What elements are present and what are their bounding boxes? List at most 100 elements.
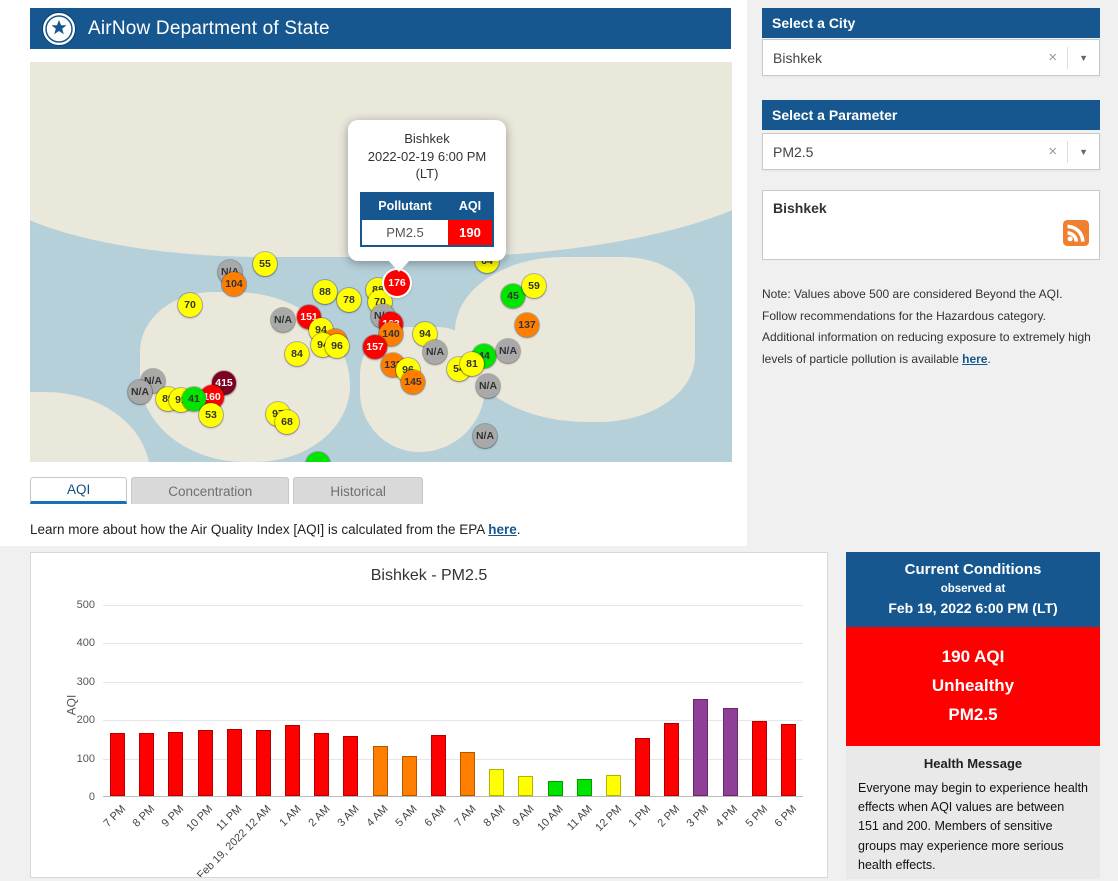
map-marker[interactable]: 70: [178, 293, 202, 317]
x-tick-label: 10 PM: [185, 803, 216, 834]
y-tick-label: 400: [55, 637, 95, 649]
chart-bar[interactable]: [256, 730, 271, 796]
chart-bar[interactable]: [198, 730, 213, 796]
x-tick-label: 12 PM: [593, 803, 624, 834]
aqi-map[interactable]: 55N/A1047088788870176644559137N/A1519413…: [30, 62, 732, 462]
map-marker[interactable]: 137: [515, 313, 539, 337]
map-marker[interactable]: N/A: [423, 340, 447, 364]
popup-pollutant-value: PM2.5: [362, 218, 448, 245]
map-marker[interactable]: 88: [313, 280, 337, 304]
city-caret-icon[interactable]: ▼: [1068, 53, 1099, 63]
chart-bar[interactable]: [781, 724, 796, 796]
map-marker[interactable]: 59: [522, 274, 546, 298]
chart-gridline: [103, 605, 803, 606]
popup-city: Bishkek: [356, 130, 498, 148]
x-tick-label: 6 PM: [772, 803, 799, 830]
chart-bar[interactable]: [227, 729, 242, 796]
current-conditions-title: Current Conditions: [852, 561, 1094, 578]
app-header: AirNow Department of State: [30, 8, 731, 49]
chart-plot-area: 01002003004005007 PM8 PM9 PM10 PM11 PMFe…: [103, 605, 803, 797]
learn-more-prefix: Learn more about how the Air Quality Ind…: [30, 522, 488, 537]
chart-gridline: [103, 643, 803, 644]
map-marker[interactable]: 145: [401, 370, 425, 394]
health-message-title: Health Message: [858, 756, 1088, 771]
city-clear-icon[interactable]: ×: [1038, 49, 1067, 66]
map-marker[interactable]: 157: [363, 335, 387, 359]
chart-bar[interactable]: [577, 779, 592, 796]
note-prefix: Note: Values above 500 are considered Be…: [762, 287, 1091, 366]
tab-aqi[interactable]: AQI: [30, 477, 127, 504]
chart-bar[interactable]: [460, 752, 475, 796]
learn-more-suffix: .: [517, 522, 521, 537]
parameter-caret-icon[interactable]: ▼: [1068, 147, 1099, 157]
x-tick-label: 5 AM: [394, 803, 420, 829]
map-marker[interactable]: 53: [199, 403, 223, 427]
map-popup: Bishkek 2022-02-19 6:00 PM (LT) Pollutan…: [348, 120, 506, 261]
map-marker[interactable]: N/A: [496, 339, 520, 363]
popup-aqi-header: AQI: [448, 194, 492, 218]
chart-bar[interactable]: [752, 721, 767, 796]
map-marker[interactable]: 176: [384, 270, 410, 296]
popup-pointer: [388, 260, 410, 272]
parameter-select[interactable]: PM2.5 × ▼: [762, 133, 1100, 170]
chart-bar[interactable]: [110, 733, 125, 796]
chart-bar[interactable]: [518, 776, 533, 796]
y-tick-label: 100: [55, 753, 95, 765]
beyond-aqi-note: Note: Values above 500 are considered Be…: [762, 284, 1100, 370]
chart-bar[interactable]: [548, 781, 563, 796]
chart-bar[interactable]: [664, 723, 679, 796]
y-tick-label: 200: [55, 714, 95, 726]
aqi-value: 190 AQI: [852, 643, 1094, 672]
aqi-category: Unhealthy: [852, 672, 1094, 701]
chart-bar[interactable]: [489, 769, 504, 796]
chart-bar[interactable]: [285, 725, 300, 796]
x-tick-label: 1 PM: [626, 803, 653, 830]
chart-bar[interactable]: [431, 735, 446, 796]
x-tick-label: 10 AM: [535, 803, 566, 834]
aqi-status-banner: 190 AQI Unhealthy PM2.5: [846, 627, 1100, 746]
rss-icon[interactable]: [1063, 220, 1089, 251]
current-conditions-header: Current Conditions observed at Feb 19, 2…: [846, 552, 1100, 627]
map-marker[interactable]: 84: [285, 342, 309, 366]
map-marker[interactable]: N/A: [271, 308, 295, 332]
map-marker[interactable]: N/A: [476, 374, 500, 398]
chart-bar[interactable]: [314, 733, 329, 796]
parameter-clear-icon[interactable]: ×: [1038, 143, 1067, 160]
map-marker[interactable]: 81: [460, 352, 484, 376]
map-marker[interactable]: 55: [253, 252, 277, 276]
chart-bar[interactable]: [693, 699, 708, 796]
chart-bar[interactable]: [168, 732, 183, 797]
epa-link[interactable]: here: [488, 522, 517, 537]
city-select[interactable]: Bishkek × ▼: [762, 39, 1100, 76]
tab-concentration[interactable]: Concentration: [131, 477, 289, 504]
x-tick-label: 9 PM: [160, 803, 187, 830]
map-marker[interactable]: 104: [222, 272, 246, 296]
health-message-section: Health Message Everyone may begin to exp…: [846, 746, 1100, 881]
y-tick-label: 300: [55, 676, 95, 688]
x-tick-label: 11 AM: [565, 803, 595, 833]
map-marker[interactable]: 78: [337, 288, 361, 312]
x-tick-label: 2 PM: [656, 803, 683, 830]
tab-historical[interactable]: Historical: [293, 477, 423, 504]
map-marker[interactable]: [306, 452, 330, 462]
chart-bar[interactable]: [635, 738, 650, 796]
chart-bar[interactable]: [402, 756, 417, 796]
x-tick-label: 3 AM: [335, 803, 361, 829]
map-marker[interactable]: 96: [325, 334, 349, 358]
chart-bar[interactable]: [723, 708, 738, 796]
note-here-link[interactable]: here: [962, 352, 987, 366]
popup-pollutant-header: Pollutant: [362, 194, 448, 218]
dos-seal-logo: [42, 12, 76, 46]
map-marker[interactable]: 68: [275, 410, 299, 434]
chart-bar[interactable]: [139, 733, 154, 796]
x-tick-label: 4 PM: [714, 803, 741, 830]
select-parameter-header: Select a Parameter: [762, 100, 1100, 130]
observed-datetime: Feb 19, 2022 6:00 PM (LT): [852, 600, 1094, 616]
chart-bar[interactable]: [343, 736, 358, 796]
chart-bar[interactable]: [606, 775, 621, 796]
map-marker[interactable]: N/A: [473, 424, 497, 448]
map-marker[interactable]: N/A: [128, 380, 152, 404]
x-tick-label: 8 PM: [131, 803, 158, 830]
popup-datetime: 2022-02-19 6:00 PM: [356, 148, 498, 166]
chart-bar[interactable]: [373, 746, 388, 796]
